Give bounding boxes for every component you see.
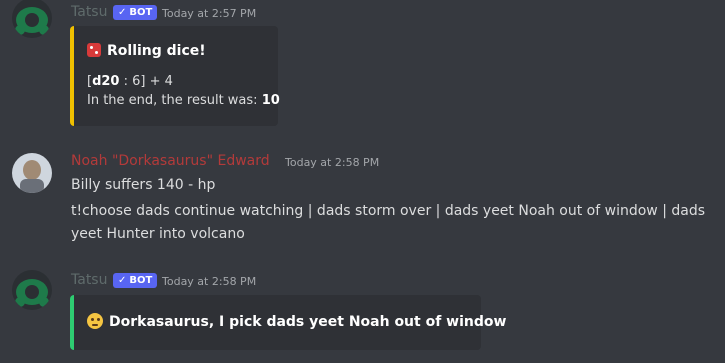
timestamp: Today at 2:58 PM [285,156,380,169]
avatar[interactable] [12,153,52,193]
author-name[interactable]: Tatsu [71,4,107,20]
choose-embed: Dorkasaurus, I pick dads yeet Noah out o… [70,295,506,350]
roll-rest: : 6] + 4 [119,74,173,89]
message-line: Billy suffers 140 - hp [71,177,216,193]
timestamp: Today at 2:58 PM [162,275,257,288]
bot-badge: ✓ BOT [113,5,158,20]
message-line: t!choose dads continue watching | dads s… [71,203,706,219]
tatsu-avatar-icon [12,270,52,310]
author-name[interactable]: Noah "Dorkasaurus" Edward [71,153,270,169]
embed-choice: Dorkasaurus, I pick dads yeet Noah out o… [87,313,506,330]
user-avatar-icon [12,153,52,193]
message-tatsu-roll: Tatsu ✓ BOT Today at 2:57 PM Rolling dice… [0,0,725,140]
result-prefix: In the end, the result was: [87,93,262,108]
choice-prefix: Dorkasaurus, I pick [109,314,267,330]
roll-detail: [d20 : 6] + 4 [87,74,173,89]
choice-value: dads yeet Noah out of window [266,314,507,330]
check-icon: ✓ [118,275,127,286]
timestamp: Today at 2:57 PM [162,7,257,20]
dice-roll-embed: Rolling dice! [d20 : 6] + 4 In the end, … [70,26,280,126]
result-value: 10 [261,93,280,108]
author-name[interactable]: Tatsu [71,272,107,288]
roll-die: d20 [92,74,120,89]
message-noah: Noah "Dorkasaurus" Edward Today at 2:58 … [0,140,725,250]
message-line: yeet Hunter into volcano [71,226,245,242]
check-icon: ✓ [118,7,127,18]
roll-result: In the end, the result was: 10 [87,93,280,108]
message-tatsu-choose: Tatsu ✓ BOT Today at 2:58 PM Dorkasaurus,… [0,265,725,363]
embed-title-text: Rolling dice! [107,43,206,59]
avatar[interactable] [12,0,52,38]
bot-badge: ✓ BOT [113,273,158,288]
avatar[interactable] [12,270,52,310]
embed-title: Rolling dice! [87,43,206,59]
dice-icon [87,43,101,57]
bot-badge-label: BOT [129,7,153,18]
thinking-face-icon [87,313,103,329]
tatsu-avatar-icon [12,0,52,38]
bot-badge-label: BOT [129,275,153,286]
